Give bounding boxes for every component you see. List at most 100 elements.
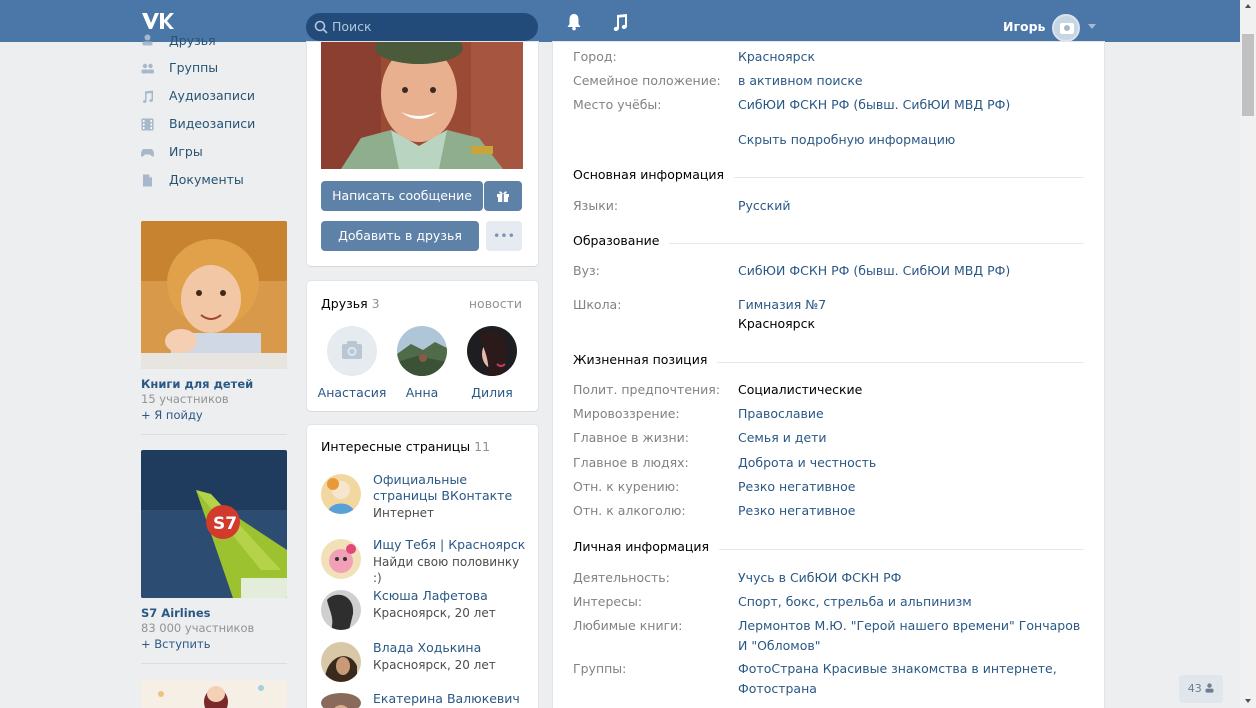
- child-photo: [141, 221, 287, 369]
- avatar: [467, 326, 517, 376]
- info-value-link[interactable]: Учусь в СибЮИ ФСКН РФ: [738, 568, 1088, 588]
- online-count: 43: [1187, 682, 1202, 695]
- menu-label-video: Видеозаписи: [169, 116, 256, 131]
- gift-button[interactable]: [484, 181, 522, 211]
- write-message-button[interactable]: Написать сообщение: [321, 181, 483, 211]
- info-value-link[interactable]: ФотоСтрана Красивые знакомства в интерне…: [738, 659, 1088, 699]
- menu-label-audio: Аудиозаписи: [169, 88, 255, 103]
- info-value-link[interactable]: Доброта и честность: [738, 453, 1088, 473]
- info-key: Деятельность:: [573, 570, 670, 585]
- pages-title[interactable]: Интересные страницы 11: [321, 439, 490, 454]
- profile-photo[interactable]: [321, 42, 523, 169]
- friend-item[interactable]: Анастасия: [317, 326, 387, 400]
- scroll-down-icon[interactable]: [1245, 699, 1251, 703]
- page-name: Официальные страницы ВКонтакте: [373, 472, 513, 503]
- section-personal: Личная информация: [573, 539, 1084, 559]
- info-key: Вуз:: [573, 263, 600, 278]
- ad-subtitle: 15 участников: [141, 392, 229, 406]
- avatar: [321, 539, 361, 579]
- info-key: Группы:: [573, 661, 627, 676]
- list-item[interactable]: Ксюша Лафетова Красноярск, 20 лет: [321, 588, 531, 630]
- menu-item-friends[interactable]: Друзья: [141, 34, 291, 54]
- ad-title[interactable]: Книги для детей: [141, 377, 287, 391]
- info-value-link[interactable]: Православие: [738, 404, 1088, 424]
- ad-photo: [141, 680, 287, 708]
- scrollbar-thumb[interactable]: [1242, 34, 1254, 116]
- menu-item-documents[interactable]: Документы: [141, 166, 291, 194]
- search-input[interactable]: Поиск: [306, 13, 538, 41]
- info-key: Языки:: [573, 198, 619, 213]
- avatar: [321, 590, 361, 630]
- friends-title[interactable]: Друзья 3: [321, 296, 380, 311]
- chevron-down-icon[interactable]: [1088, 24, 1096, 29]
- info-value-link[interactable]: Гимназия №7: [738, 295, 1088, 315]
- ad-image[interactable]: [141, 221, 287, 369]
- menu-label-groups: Группы: [169, 60, 219, 75]
- friend-name: Дилия: [471, 385, 513, 400]
- video-icon: [141, 118, 154, 131]
- ad-action[interactable]: + Вступить: [141, 637, 287, 651]
- info-value: Красноярск: [738, 316, 816, 331]
- games-icon: [141, 149, 154, 157]
- info-value-link[interactable]: Лермонтов М.Ю. "Герой нашего времени" Го…: [738, 616, 1088, 656]
- friend-item[interactable]: Анна: [387, 326, 457, 400]
- info-key: Мировоззрение:: [573, 406, 680, 421]
- page-photo: [321, 693, 361, 708]
- info-value-link[interactable]: СибЮИ ФСКН РФ (бывш. СибЮИ МВД РФ): [738, 95, 1088, 115]
- page-photo: [321, 590, 361, 630]
- info-value-link[interactable]: в активном поиске: [738, 71, 1088, 91]
- left-menu: Друзья Группы Аудиозаписи Видеозаписи Иг…: [141, 34, 291, 194]
- online-friends-badge[interactable]: 43: [1179, 675, 1223, 703]
- info-value-link[interactable]: Резко негативное: [738, 477, 1088, 497]
- info-value-link[interactable]: Русский: [738, 196, 1088, 216]
- info-value-link[interactable]: Красноярск: [738, 47, 1088, 67]
- friends-icon: [142, 34, 153, 46]
- add-friend-button[interactable]: Добавить в друзья: [321, 221, 479, 251]
- divider: [141, 434, 287, 435]
- friends-news-link[interactable]: новости: [469, 296, 522, 311]
- user-avatar[interactable]: [1052, 14, 1080, 42]
- info-key: Отн. к курению:: [573, 479, 680, 494]
- scroll-up-icon[interactable]: [1245, 4, 1251, 8]
- user-name[interactable]: Игорь: [1003, 19, 1045, 34]
- page-subtitle: Красноярск, 20 лет: [373, 606, 496, 620]
- menu-item-audio[interactable]: Аудиозаписи: [141, 82, 291, 110]
- list-item[interactable]: Влада Ходькина Красноярск, 20 лет: [321, 640, 531, 682]
- info-key: Город:: [573, 49, 617, 64]
- menu-item-groups[interactable]: Группы: [141, 54, 291, 82]
- ad-action[interactable]: + Я пойду: [141, 408, 287, 422]
- page-subtitle: Интернет: [373, 506, 435, 520]
- info-value-link[interactable]: СибЮИ ФСКН РФ (бывш. СибЮИ МВД РФ): [738, 261, 1088, 281]
- more-actions-button[interactable]: •••: [486, 221, 522, 251]
- list-item[interactable]: Официальные страницы ВКонтакте Интернет: [321, 472, 531, 521]
- friend-item[interactable]: Дилия: [457, 326, 527, 400]
- list-item[interactable]: Ищу Тебя | Красноярск Найди свою половин…: [321, 537, 531, 586]
- info-value-link[interactable]: Резко негативное: [738, 501, 1088, 521]
- ad-title[interactable]: S7 Airlines: [141, 606, 287, 620]
- avatar: [321, 474, 361, 514]
- info-value-link[interactable]: Спорт, бокс, стрельба и альпинизм: [738, 592, 1088, 612]
- info-key: Школа:: [573, 297, 622, 312]
- page-name: Екатерина Валюкевич: [373, 691, 520, 706]
- ad-image[interactable]: S7: [141, 450, 287, 598]
- friends-count: 3: [371, 296, 380, 311]
- list-item[interactable]: Екатерина Валюкевич: [321, 691, 531, 708]
- ad-image[interactable]: [141, 680, 287, 708]
- friends-label: Друзья: [321, 296, 368, 311]
- scrollbar[interactable]: [1240, 0, 1256, 708]
- pages-label: Интересные страницы: [321, 439, 471, 454]
- menu-item-games[interactable]: Игры: [141, 138, 291, 166]
- page-name: Ищу Тебя | Красноярск: [373, 537, 526, 552]
- vk-logo-icon[interactable]: [141, 11, 175, 31]
- camera-icon: [342, 341, 362, 359]
- page-photo: [321, 539, 361, 579]
- divider: [141, 663, 287, 664]
- hide-details-link[interactable]: Скрыть подробную информацию: [738, 132, 955, 147]
- avatar: [321, 42, 523, 169]
- info-value-link[interactable]: Семья и дети: [738, 428, 1088, 448]
- music-icon[interactable]: [612, 13, 628, 31]
- bell-icon[interactable]: [566, 13, 582, 31]
- search-icon: [314, 20, 328, 34]
- friend-photo: [397, 326, 447, 376]
- menu-item-video[interactable]: Видеозаписи: [141, 110, 291, 138]
